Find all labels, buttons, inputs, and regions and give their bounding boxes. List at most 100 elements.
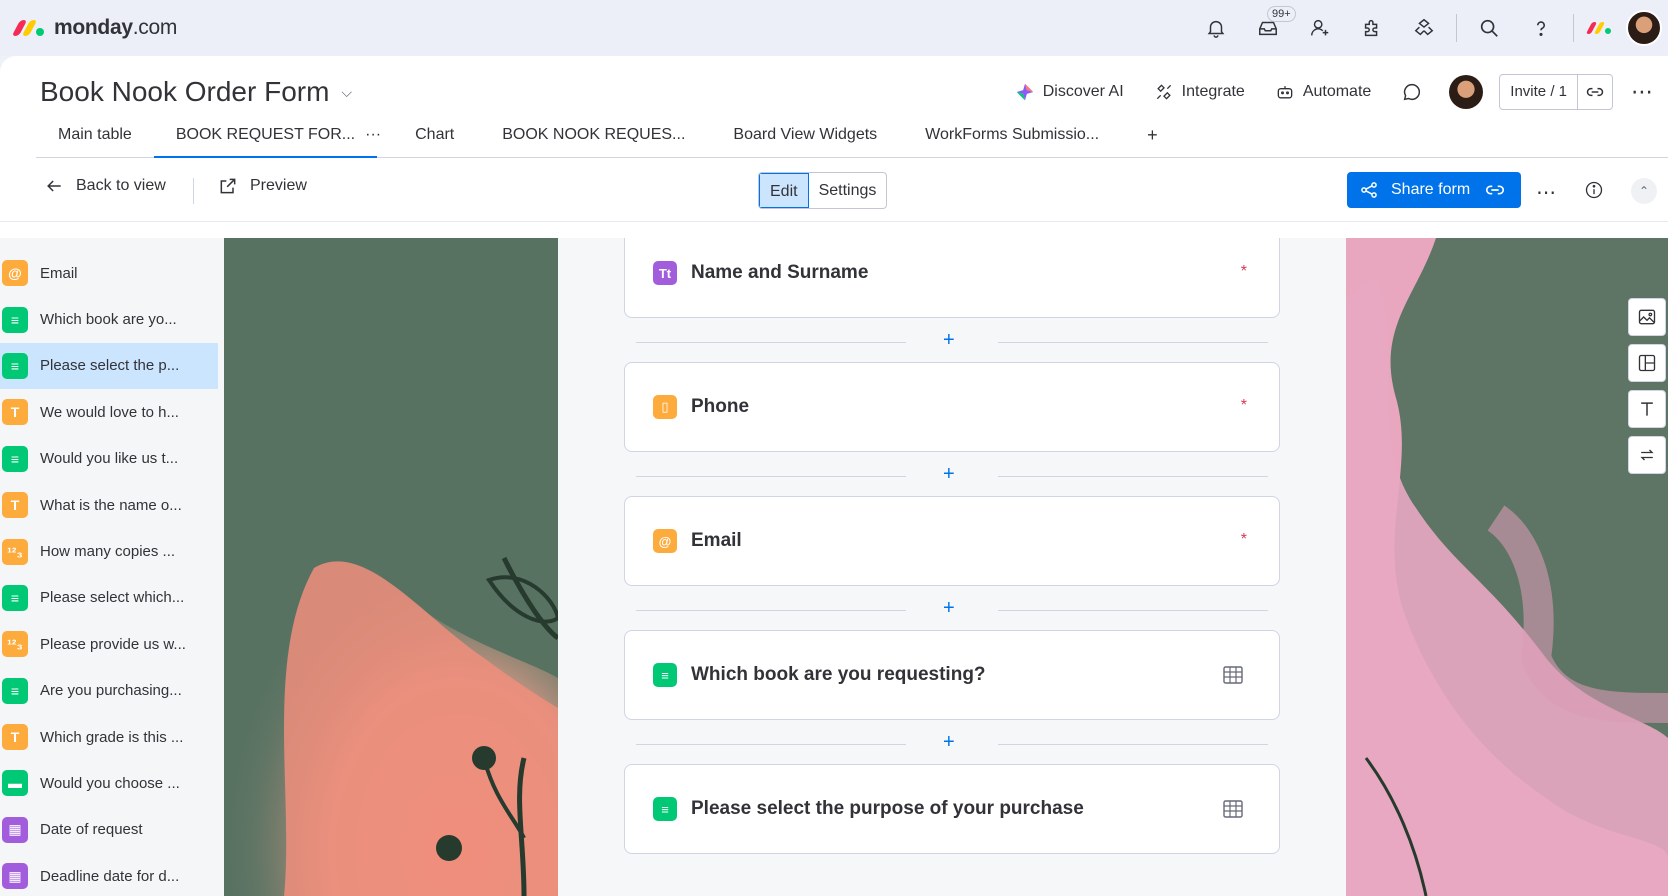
dropdown-column-icon: ≡ [653, 663, 677, 687]
info-icon[interactable] [1584, 180, 1604, 200]
sidebar-question-label: Email [40, 264, 78, 282]
dropdown-column-icon: ≡ [2, 584, 28, 611]
sidebar-question-item[interactable]: ≡ Are you purchasing... [0, 668, 224, 714]
board-title[interactable]: Book Nook Order Form ⌵ [40, 76, 352, 108]
board-views-tabs: Main table BOOK REQUEST FOR... ··· Chart… [36, 120, 1668, 158]
tab-book-nook-requests[interactable]: BOOK NOOK REQUES... [476, 120, 711, 158]
form-question-card[interactable]: Tt Name and Surname * [624, 238, 1280, 318]
sidebar-question-item[interactable]: T What is the name o... [0, 482, 224, 528]
tab-book-request-form[interactable]: BOOK REQUEST FOR... [153, 120, 378, 158]
share-form-button[interactable]: Share form [1347, 172, 1521, 208]
notifications-bell-icon[interactable] [1190, 0, 1242, 56]
add-image-icon[interactable] [1628, 298, 1666, 336]
settings-mode-button[interactable]: Settings [809, 173, 887, 208]
sidebar-question-item[interactable]: @ Email [0, 250, 224, 296]
table-grid-icon[interactable] [1223, 666, 1243, 684]
dropdown-column-icon: ≡ [2, 306, 28, 333]
more-options-icon[interactable]: ⋯ [1631, 79, 1654, 105]
at-icon: @ [2, 260, 28, 287]
required-marker: * [1240, 531, 1247, 548]
copy-link-icon[interactable] [1578, 82, 1612, 102]
updates-chat-icon[interactable] [1401, 81, 1423, 103]
sidebar-question-item[interactable]: ≡ Would you like us t... [0, 436, 224, 482]
sidebar-question-item[interactable]: ≡ Please select which... [0, 575, 224, 621]
help-icon[interactable] [1515, 0, 1567, 56]
text-column-icon: T [2, 399, 28, 426]
form-questions-sidebar: @ Email ≡ Which book are yo... ≡ Please selec… [0, 238, 224, 896]
sidebar-question-item[interactable]: ▦ Deadline date for d... [0, 853, 224, 896]
tab-chart[interactable]: Chart [393, 120, 476, 158]
sidebar-question-label: Please select which... [40, 589, 185, 607]
sidebar-question-item[interactable]: ¹²₃ Please provide us w... [0, 621, 224, 667]
sidebar-question-item[interactable]: T Which grade is this ... [0, 714, 224, 760]
invite-button[interactable]: Invite / 1 [1499, 74, 1613, 110]
monday-logo[interactable]: monday.com [11, 16, 177, 40]
external-link-icon [220, 178, 236, 194]
chevron-down-icon[interactable]: ⌵ [341, 84, 352, 101]
sidebar-question-label: How many copies ... [40, 543, 176, 561]
add-question-plus-icon[interactable]: + [943, 463, 955, 486]
conditions-icon[interactable] [1628, 436, 1666, 474]
table-grid-icon[interactable] [1223, 800, 1243, 818]
form-question-card[interactable]: @ Email * [624, 496, 1280, 586]
notifications-count-badge: 99+ [1267, 6, 1296, 22]
divider [998, 476, 1268, 477]
product-switcher-icon[interactable] [1580, 0, 1620, 56]
preview-button[interactable]: Preview [218, 176, 307, 196]
discover-ai-button[interactable]: Discover AI [1015, 82, 1124, 102]
sidebar-question-item[interactable]: T We would love to h... [0, 389, 224, 435]
form-toolbar: Back to view Preview Edit Settings Share… [0, 158, 1668, 222]
sidebar-question-label: What is the name o... [40, 496, 182, 514]
add-question-plus-icon[interactable]: + [943, 329, 955, 352]
form-question-card[interactable]: ▯ Phone * [624, 362, 1280, 452]
sidebar-question-label: We would love to h... [40, 403, 179, 421]
automate-button[interactable]: Automate [1275, 82, 1371, 102]
back-to-view-button[interactable]: Back to view [44, 176, 166, 196]
layout-icon[interactable] [1628, 344, 1666, 382]
divider [998, 610, 1268, 611]
tab-workforms-submissions[interactable]: WorkForms Submissio... [899, 120, 1125, 158]
form-builder-canvas: Tt Name and Surname * + ▯ Phone * + @ Email * + ≡ Whi… [558, 238, 1346, 896]
divider [636, 610, 906, 611]
tab-board-view-widgets[interactable]: Board View Widgets [711, 120, 899, 158]
form-question-card[interactable]: ≡ Please select the purpose of your purch… [624, 764, 1280, 854]
sidebar-question-label: Would you like us t... [40, 450, 179, 468]
numbers-column-icon: ¹²₃ [2, 631, 28, 658]
tab-main-table[interactable]: Main table [36, 120, 154, 158]
divider [193, 178, 194, 204]
sidebar-question-item[interactable]: ¹²₃ How many copies ... [0, 528, 224, 574]
date-column-icon: ▦ [2, 816, 28, 843]
numbers-column-icon: ¹²₃ [2, 538, 28, 565]
sidebar-question-label: Please select the p... [40, 357, 180, 375]
sidebar-question-item[interactable]: ≡ Which book are yo... [0, 296, 224, 342]
profile-avatar[interactable] [1620, 0, 1668, 56]
copy-form-link-icon[interactable] [1484, 179, 1506, 201]
sidebar-question-item[interactable]: ▬ Would you choose ... [0, 760, 224, 806]
add-question-plus-icon[interactable]: + [943, 597, 955, 620]
board-owner-avatar[interactable] [1449, 75, 1484, 109]
add-question-plus-icon[interactable]: + [943, 731, 955, 754]
text-icon[interactable] [1628, 390, 1666, 428]
sidebar-question-item[interactable]: ▦ Date of request [0, 807, 224, 853]
edit-mode-button[interactable]: Edit [759, 173, 809, 208]
form-background-art-right [1346, 238, 1668, 896]
apps-marketplace-icon[interactable] [1346, 0, 1398, 56]
form-more-options-icon[interactable]: ⋯ [1536, 180, 1557, 205]
integrate-button[interactable]: Integrate [1154, 82, 1245, 102]
share-form-label: Share form [1391, 181, 1471, 198]
inbox-icon[interactable]: 99+ [1242, 0, 1296, 56]
invite-members-icon[interactable] [1294, 0, 1346, 56]
divider [1573, 14, 1574, 42]
add-view-button[interactable]: + [1125, 120, 1180, 158]
sidebar-question-item[interactable]: ≡ Please select the p... [0, 342, 218, 390]
avatar [1626, 10, 1662, 46]
back-to-view-label: Back to view [76, 177, 166, 194]
divider [636, 342, 906, 343]
workspace-templates-icon[interactable] [1398, 0, 1450, 56]
form-question-card[interactable]: ≡ Which book are you requesting? [624, 630, 1280, 720]
collapse-header-icon[interactable]: ⌃ [1631, 178, 1657, 204]
share-icon [1359, 180, 1379, 200]
question-title: Name and Surname [691, 262, 869, 283]
add-question-row: + [636, 597, 1268, 620]
search-icon[interactable] [1463, 0, 1515, 56]
